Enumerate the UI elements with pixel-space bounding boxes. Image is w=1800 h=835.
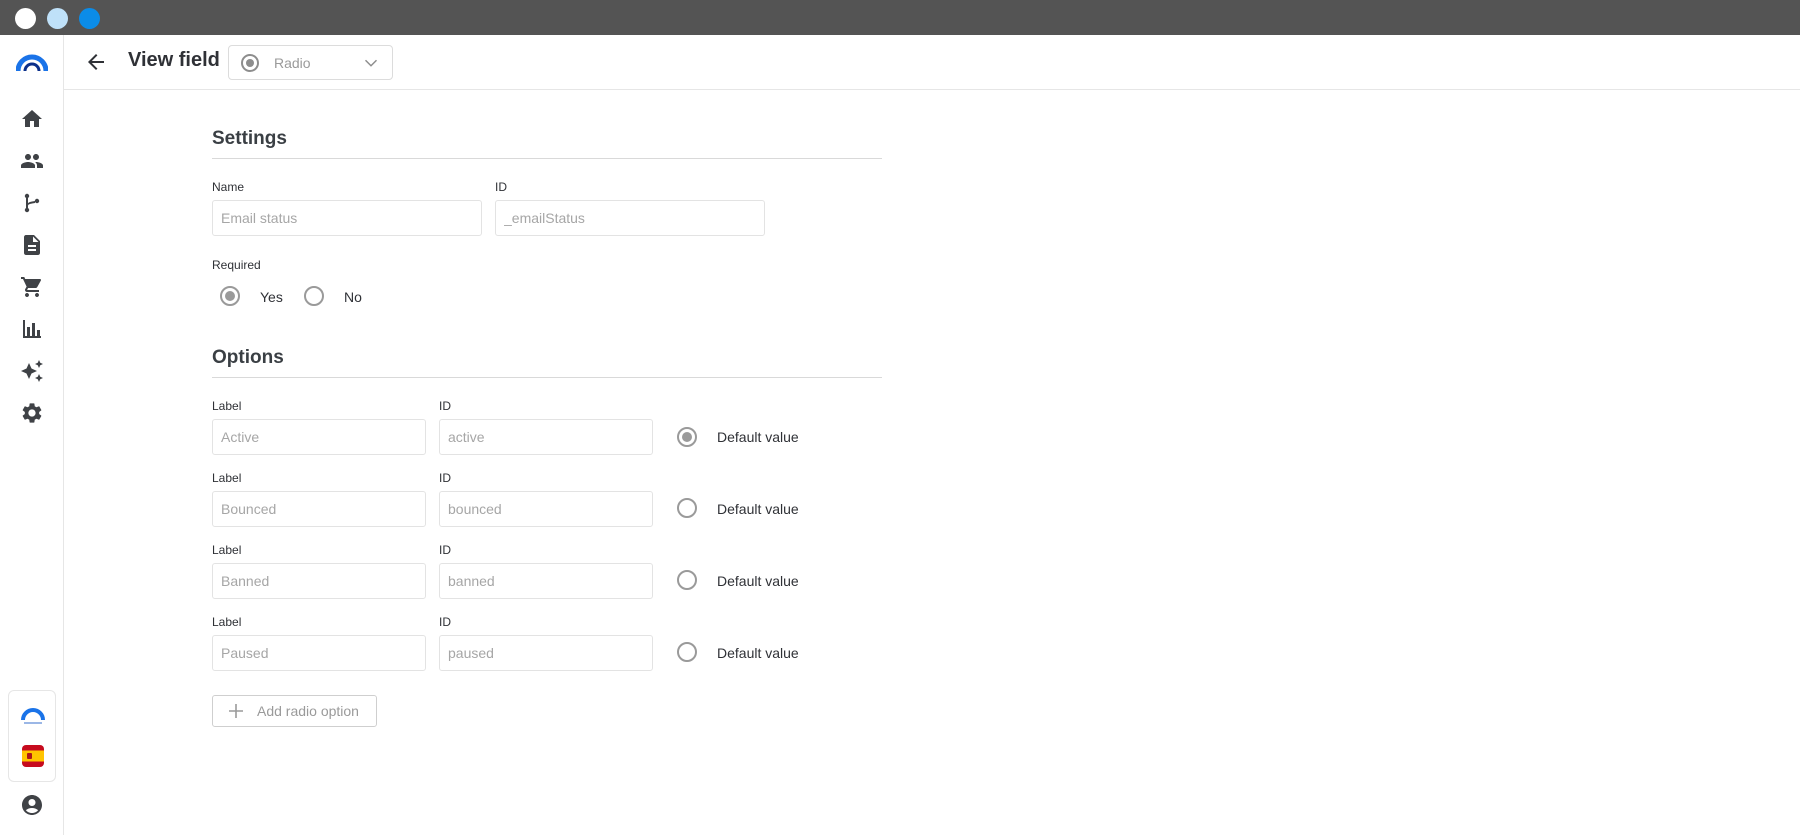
field-type-select[interactable]: Radio [228, 45, 393, 80]
options-section-title: Options [212, 347, 284, 368]
window-minimize-button[interactable] [47, 8, 68, 29]
required-no-radio[interactable] [304, 286, 324, 306]
option-id-caption: ID [439, 615, 451, 629]
option-default-radio[interactable] [677, 642, 697, 662]
mini-brand-logo-icon [21, 708, 45, 724]
option-id-caption: ID [439, 471, 451, 485]
required-no-label: No [344, 289, 362, 305]
home-icon[interactable] [20, 107, 44, 131]
id-label: ID [495, 180, 507, 194]
option-default-label: Default value [717, 429, 799, 445]
account-circle-icon[interactable] [20, 793, 44, 817]
option-default-label: Default value [717, 501, 799, 517]
name-label: Name [212, 180, 245, 194]
add-radio-option-button[interactable]: Add radio option [212, 695, 377, 727]
id-input[interactable] [495, 200, 765, 236]
required-label: Required [212, 258, 261, 272]
option-label-input[interactable] [212, 563, 426, 599]
option-label-caption: Label [212, 399, 242, 413]
required-yes-label: Yes [260, 289, 283, 305]
option-label-input[interactable] [212, 491, 426, 527]
option-default-label: Default value [717, 573, 799, 589]
page-header: View field Radio [64, 35, 1800, 90]
bar-chart-icon[interactable] [20, 317, 44, 341]
options-divider [212, 377, 882, 378]
chevron-down-icon [360, 52, 382, 74]
window-close-button[interactable] [15, 8, 36, 29]
option-id-caption: ID [439, 399, 451, 413]
branch-icon[interactable] [20, 191, 44, 215]
option-default-radio[interactable] [677, 427, 697, 447]
settings-section-title: Settings [212, 128, 287, 149]
window-maximize-button[interactable] [79, 8, 100, 29]
option-id-input[interactable] [439, 635, 653, 671]
brand-logo-icon[interactable] [16, 53, 48, 73]
plus-icon [227, 702, 245, 720]
field-type-value: Radio [274, 55, 311, 71]
spain-flag-icon[interactable] [22, 745, 44, 767]
settings-divider [212, 158, 882, 159]
option-default-radio[interactable] [677, 498, 697, 518]
option-label-input[interactable] [212, 419, 426, 455]
option-default-radio[interactable] [677, 570, 697, 590]
required-yes-radio[interactable] [220, 286, 240, 306]
add-radio-option-label: Add radio option [257, 703, 359, 719]
option-label-caption: Label [212, 471, 242, 485]
sidebar-footer-box [8, 690, 56, 782]
gear-icon[interactable] [20, 401, 44, 425]
cart-icon[interactable] [20, 275, 44, 299]
option-id-caption: ID [439, 543, 451, 557]
name-input[interactable] [212, 200, 482, 236]
option-id-input[interactable] [439, 419, 653, 455]
option-id-input[interactable] [439, 491, 653, 527]
page-title: View field [128, 49, 220, 71]
sidebar [0, 35, 64, 835]
option-label-input[interactable] [212, 635, 426, 671]
sparkles-icon[interactable] [20, 359, 44, 383]
window-titlebar [0, 0, 1800, 35]
option-label-caption: Label [212, 615, 242, 629]
option-id-input[interactable] [439, 563, 653, 599]
document-icon[interactable] [20, 233, 44, 257]
option-label-caption: Label [212, 543, 242, 557]
people-icon[interactable] [20, 149, 44, 173]
back-arrow-icon[interactable] [84, 50, 108, 74]
radio-type-icon [241, 54, 259, 72]
option-default-label: Default value [717, 645, 799, 661]
